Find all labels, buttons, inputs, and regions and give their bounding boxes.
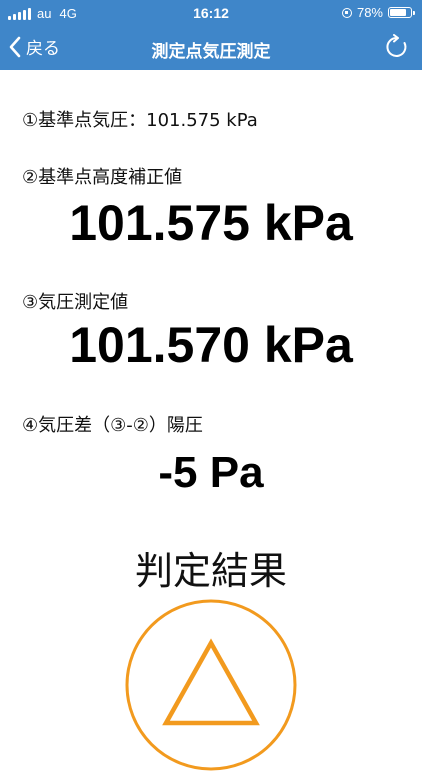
triangle-icon: [162, 638, 260, 726]
pressure-difference-label: ④気圧差（③-②）陽圧: [22, 415, 203, 436]
navigation-bar: 戻る 測定点気圧測定: [0, 26, 422, 70]
corrected-value-label: ②基準点高度補正値: [22, 167, 183, 188]
status-right: 78%: [341, 5, 415, 20]
reference-pressure-label: ①基準点気圧：101.575 kPa: [22, 110, 258, 131]
result-circle: [125, 599, 297, 771]
result-title: 判定結果: [134, 549, 287, 593]
pressure-difference-value: -5 Pa: [158, 448, 264, 497]
measured-value: 101.570 kPa: [69, 317, 353, 373]
refresh-icon[interactable]: [384, 34, 410, 60]
measured-value-label: ③気圧測定値: [22, 292, 129, 313]
corrected-value: 101.575 kPa: [69, 195, 353, 251]
status-bar: au 4G 16:12 78%: [0, 0, 422, 26]
result-indicator: [125, 599, 297, 771]
battery-percent: 78%: [356, 5, 383, 20]
battery-icon: [388, 7, 415, 18]
battery-fill: [390, 9, 406, 16]
page-title: 測定点気圧測定: [151, 42, 271, 62]
orientation-lock-icon: [341, 7, 352, 18]
